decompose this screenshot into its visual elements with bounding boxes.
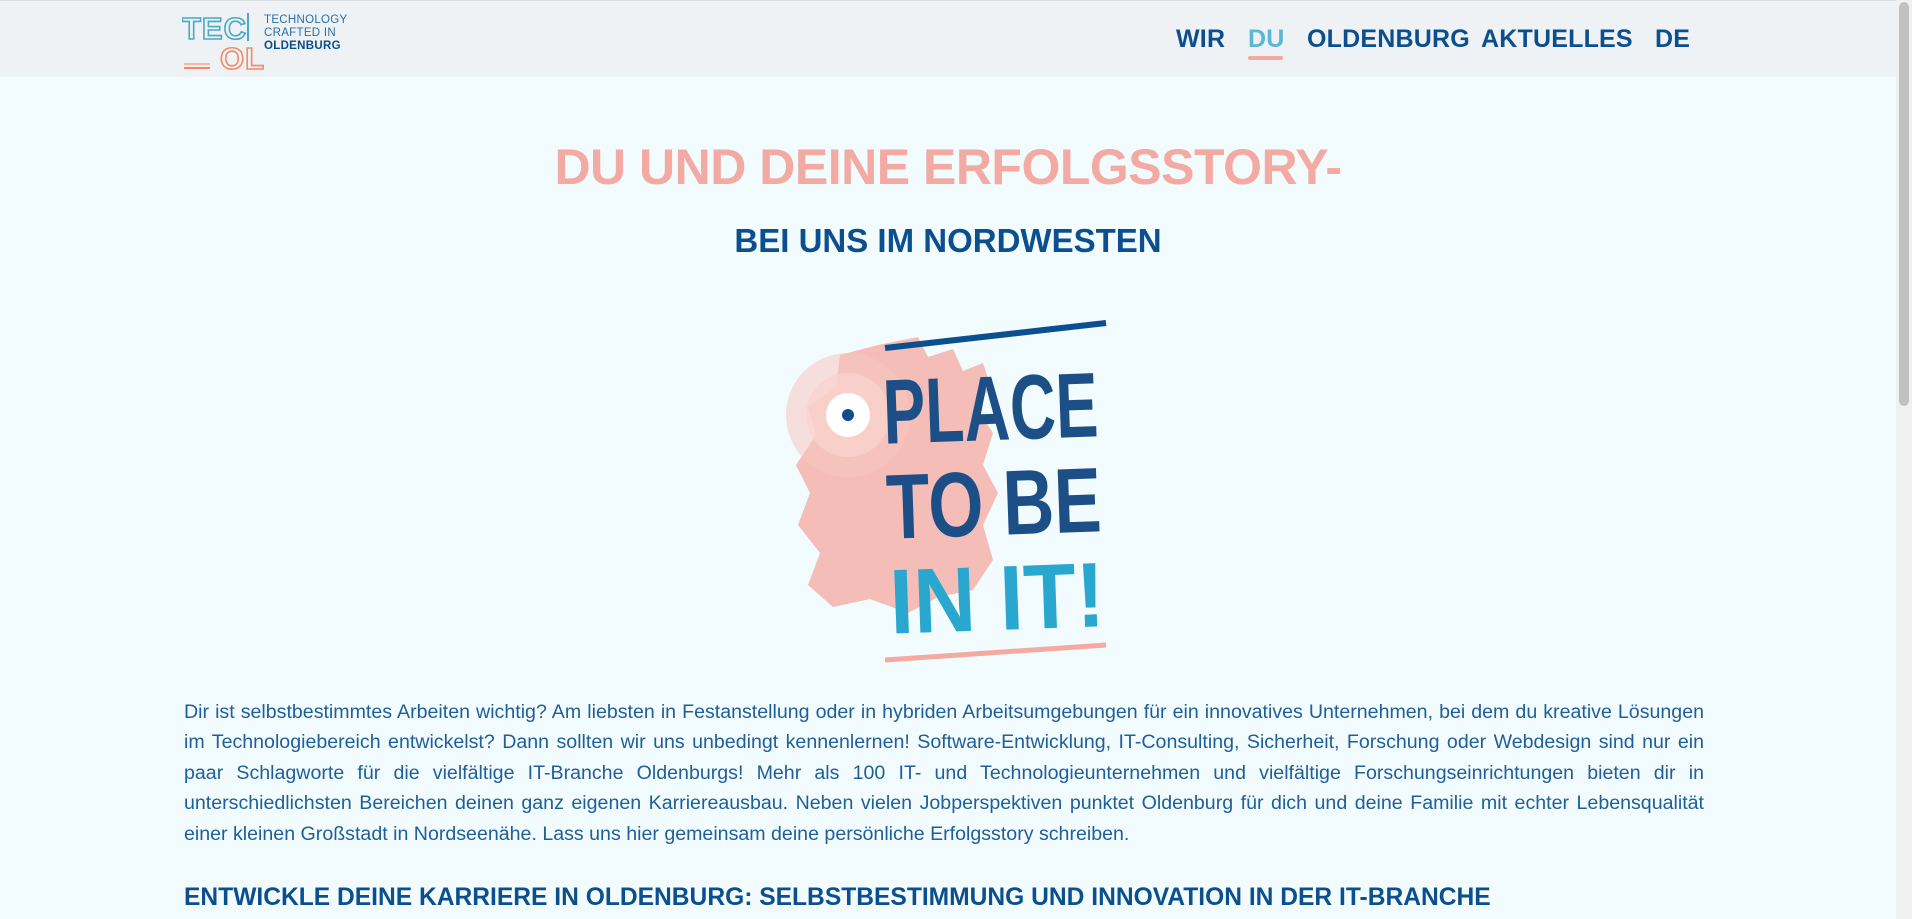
nav-item-oldenburg[interactable]: OLDENBURG xyxy=(1307,25,1470,54)
intro-paragraph: Dir ist selbstbestimmtes Arbeiten wichti… xyxy=(184,701,1704,845)
nav-item-wir[interactable]: WIR xyxy=(1176,25,1225,54)
site-header: TEC OL TECHNOLOGY CRAFTED IN OLDENBURG W… xyxy=(0,0,1896,77)
section-heading: ENTWICKLE DEINE KARRIERE IN OLDENBURG: S… xyxy=(184,884,1491,911)
hero-title: DU UND DEINE ERFOLGSSTORY- xyxy=(554,139,1342,195)
nav-item-du[interactable]: DU xyxy=(1248,25,1285,54)
scrollbar-thumb[interactable] xyxy=(1899,2,1909,406)
illustration-line-3: IN IT! xyxy=(888,544,1106,653)
language-switch[interactable]: DE xyxy=(1655,25,1690,54)
main-navigation: WIR DU OLDENBURG AKTUELLES DE xyxy=(0,25,1896,65)
nav-item-aktuelles[interactable]: AKTUELLES xyxy=(1481,25,1633,54)
hero-subtitle: BEI UNS IM NORDWESTEN xyxy=(734,222,1162,259)
illustration-line-2: TO BE xyxy=(885,449,1103,558)
active-nav-indicator xyxy=(1248,56,1283,60)
illustration-line-1: PLACE xyxy=(881,354,1099,463)
place-to-be-illustration: PLACE TO BE IN IT! xyxy=(786,320,1106,663)
